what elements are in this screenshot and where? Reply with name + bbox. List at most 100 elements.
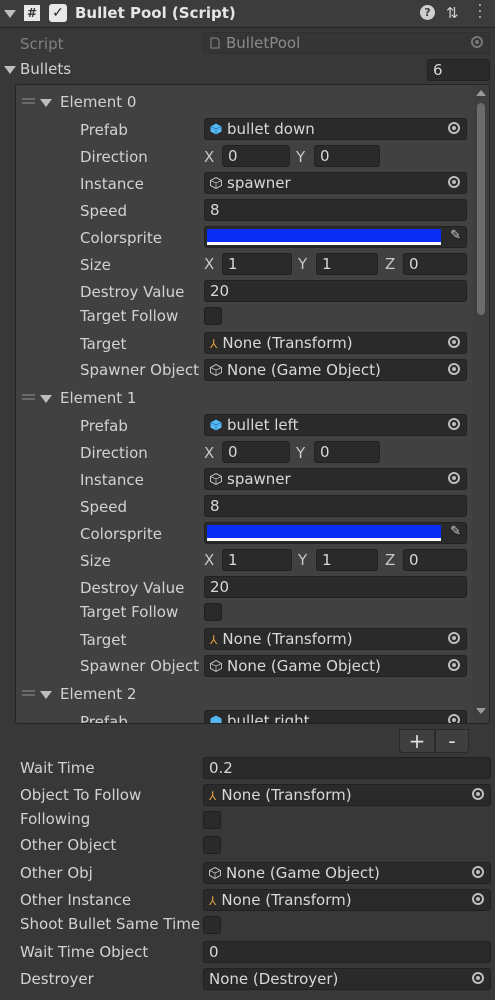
destroy-value-label: Destroy Value <box>80 579 185 597</box>
help-icon[interactable]: ? <box>420 5 435 20</box>
gameobject-icon <box>210 177 222 189</box>
instance-field[interactable]: spawner <box>204 468 467 490</box>
direction-x-field[interactable]: 0 <box>222 145 290 167</box>
bullets-size-field[interactable]: 6 <box>427 59 490 81</box>
other-instance-field[interactable]: ⅄ None (Transform) <box>203 889 491 911</box>
script-label: Script <box>20 35 64 53</box>
element-foldout-icon[interactable] <box>40 99 52 107</box>
direction-x-field[interactable]: 0 <box>222 441 290 463</box>
y-axis-label: Y <box>296 444 306 462</box>
object-to-follow-field[interactable]: ⅄ None (Transform) <box>203 784 491 806</box>
color-swatch[interactable] <box>207 229 441 243</box>
spawner-object-field[interactable]: None (Game Object) <box>204 359 467 381</box>
eyedropper-icon[interactable]: ✎ <box>450 524 461 539</box>
target-follow-checkbox[interactable] <box>204 603 222 621</box>
object-picker-icon[interactable] <box>472 788 484 800</box>
size-z-field[interactable]: 0 <box>403 253 467 275</box>
object-picker-icon[interactable] <box>472 866 484 878</box>
object-picker-icon[interactable] <box>448 122 460 134</box>
speed-field[interactable]: 8 <box>204 495 467 517</box>
speed-field[interactable]: 8 <box>204 199 467 221</box>
y-axis-label: Y <box>298 551 308 569</box>
destroy-value-field[interactable]: 20 <box>204 576 467 598</box>
remove-element-button[interactable]: - <box>435 729 469 753</box>
enabled-checkbox[interactable]: ✓ <box>49 4 67 22</box>
element-label[interactable]: Element 1 <box>60 388 136 408</box>
object-picker-icon[interactable] <box>448 336 460 348</box>
size-label: Size <box>80 256 111 274</box>
object-picker-icon[interactable] <box>448 659 460 671</box>
size-x-field[interactable]: 1 <box>222 253 292 275</box>
direction-y-field[interactable]: 0 <box>314 145 380 167</box>
object-picker-icon[interactable] <box>448 418 460 430</box>
instance-field[interactable]: spawner <box>204 172 467 194</box>
scrollbar-thumb[interactable] <box>477 103 485 315</box>
drag-handle-icon[interactable] <box>22 98 35 104</box>
drag-handle-icon[interactable] <box>22 394 35 400</box>
colorsprite-field[interactable]: ✎ <box>204 522 467 544</box>
scroll-up-arrow-icon[interactable] <box>476 90 486 96</box>
other-object-checkbox[interactable] <box>203 836 221 854</box>
instance-label: Instance <box>80 471 144 489</box>
object-picker-icon[interactable] <box>448 472 460 484</box>
foldout-arrow-icon[interactable] <box>4 10 16 18</box>
spawner-object-field[interactable]: None (Game Object) <box>204 655 467 677</box>
target-label: Target <box>80 335 127 353</box>
script-field: BulletPool <box>203 32 490 54</box>
object-picker-icon[interactable] <box>472 893 484 905</box>
colorsprite-field[interactable]: ✎ <box>204 226 467 248</box>
z-axis-label: Z <box>385 255 396 273</box>
size-y-field[interactable]: 1 <box>316 549 378 571</box>
prefab-field[interactable]: bullet right <box>204 710 467 723</box>
target-follow-checkbox[interactable] <box>204 307 222 325</box>
bullets-label[interactable]: Bullets <box>20 59 71 79</box>
element-label[interactable]: Element 0 <box>60 92 136 112</box>
scroll-down-arrow-icon[interactable] <box>476 708 486 714</box>
eyedropper-icon[interactable]: ✎ <box>450 228 461 243</box>
size-x-field[interactable]: 1 <box>222 549 292 571</box>
direction-label: Direction <box>80 444 148 462</box>
preset-icon[interactable]: ⇅ <box>446 4 462 22</box>
wait-time-object-field[interactable]: 0 <box>203 941 491 963</box>
element-foldout-icon[interactable] <box>40 395 52 403</box>
object-picker-icon[interactable] <box>448 632 460 644</box>
destroyer-field[interactable]: None (Destroyer) <box>203 968 491 990</box>
target-field[interactable]: ⅄ None (Transform) <box>204 332 467 354</box>
gameobject-icon <box>209 867 221 879</box>
object-picker-icon[interactable] <box>448 363 460 375</box>
destroyer-label: Destroyer <box>20 970 94 988</box>
wait-time-field[interactable]: 0.2 <box>203 757 491 779</box>
direction-y-field[interactable]: 0 <box>314 441 380 463</box>
transform-icon: ⅄ <box>209 894 217 908</box>
target-field[interactable]: ⅄ None (Transform) <box>204 628 467 650</box>
add-element-button[interactable]: + <box>399 729 435 753</box>
element-foldout-icon[interactable] <box>40 691 52 699</box>
gameobject-icon <box>210 364 222 376</box>
prefab-field[interactable]: bullet down <box>204 118 467 140</box>
drag-handle-icon[interactable] <box>22 690 35 696</box>
size-z-field[interactable]: 0 <box>403 549 467 571</box>
instance-value: spawner <box>227 174 291 192</box>
object-picker-icon[interactable] <box>448 714 460 723</box>
spawner-object-label: Spawner Object <box>80 657 200 675</box>
y-axis-label: Y <box>298 255 308 273</box>
prefab-label: Prefab <box>80 121 128 139</box>
shoot-same-time-checkbox[interactable] <box>203 916 221 934</box>
destroy-value-field[interactable]: 20 <box>204 280 467 302</box>
object-picker-icon[interactable] <box>448 176 460 188</box>
element-label[interactable]: Element 2 <box>60 684 136 704</box>
more-options-icon[interactable]: · · · <box>476 0 484 25</box>
spawner-object-value: None (Game Object) <box>227 657 381 675</box>
scrollbar-track[interactable] <box>473 85 489 723</box>
object-picker-icon[interactable] <box>472 972 484 984</box>
colorsprite-label: Colorsprite <box>80 229 162 247</box>
prefab-field[interactable]: bullet left <box>204 414 467 436</box>
other-obj-field[interactable]: None (Game Object) <box>203 862 491 884</box>
script-file-icon <box>210 37 220 49</box>
bullets-foldout-icon[interactable] <box>4 66 16 74</box>
transform-icon: ⅄ <box>210 633 218 647</box>
size-y-field[interactable]: 1 <box>316 253 378 275</box>
color-swatch[interactable] <box>207 525 441 539</box>
following-checkbox[interactable] <box>203 811 221 829</box>
other-object-label: Other Object <box>20 836 117 854</box>
